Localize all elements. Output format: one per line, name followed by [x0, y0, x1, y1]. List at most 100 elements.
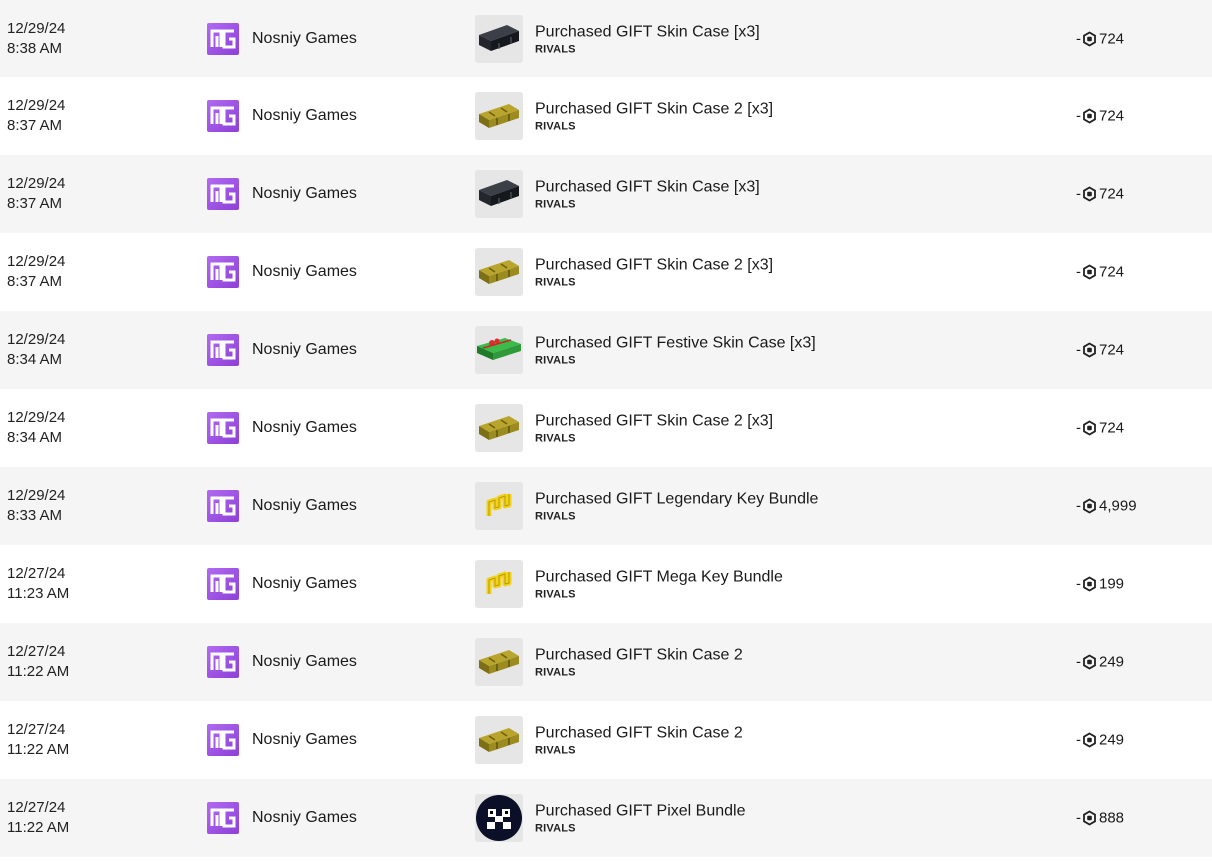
creator-name-link[interactable]: Nosniy Games [252, 653, 357, 671]
date-text: 12/29/24 [7, 97, 66, 114]
item-details: Purchased GIFT Mega Key Bundle RIVALS [535, 568, 783, 601]
gold-case-icon[interactable] [475, 92, 523, 140]
game-name[interactable]: RIVALS [535, 667, 743, 679]
transaction-date: 12/29/24 8:34 AM [7, 408, 65, 448]
transaction-row: 12/29/24 8:38 AM Nosniy Games Purchased … [0, 0, 1212, 77]
item-details: Purchased GIFT Skin Case 2 [x3] RIVALS [535, 256, 773, 289]
item-description[interactable]: Purchased GIFT Skin Case 2 [x3] [535, 100, 773, 120]
item-details: Purchased GIFT Skin Case [x3] RIVALS [535, 178, 760, 211]
key-bundle-icon[interactable] [475, 560, 523, 608]
item-description[interactable]: Purchased GIFT Skin Case [x3] [535, 178, 760, 198]
gold-case-icon[interactable] [475, 404, 523, 452]
creator-name-link[interactable]: Nosniy Games [252, 497, 357, 515]
game-name[interactable]: RIVALS [535, 589, 783, 601]
amount-value: 724 [1099, 341, 1125, 359]
creator-name-link[interactable]: Nosniy Games [252, 809, 357, 827]
creator-name-link[interactable]: Nosniy Games [252, 731, 357, 749]
key-bundle-icon[interactable] [475, 482, 523, 530]
item-description[interactable]: Purchased GIFT Skin Case 2 [x3] [535, 412, 773, 432]
amount-value: 4,999 [1099, 497, 1137, 515]
creator-logo-icon[interactable] [207, 334, 239, 366]
creator-name-link[interactable]: Nosniy Games [252, 107, 357, 125]
pixel-bundle-icon[interactable] [475, 794, 523, 842]
transaction-date: 12/29/24 8:37 AM [7, 96, 65, 136]
creator-logo-icon[interactable] [207, 100, 239, 132]
gold-case-icon[interactable] [475, 638, 523, 686]
transaction-row: 12/29/24 8:37 AM Nosniy Games Purchased … [0, 155, 1212, 233]
transaction-date: 12/29/24 8:37 AM [7, 174, 65, 214]
gold-case-icon[interactable] [475, 248, 523, 296]
time-text: 11:22 AM [7, 741, 70, 758]
item-details: Purchased GIFT Skin Case 2 [x3] RIVALS [535, 100, 773, 133]
game-name[interactable]: RIVALS [535, 199, 760, 211]
transaction-amount: - 249 [1076, 732, 1124, 749]
amount-value: 724 [1099, 185, 1125, 203]
date-text: 12/29/24 [7, 253, 66, 270]
transactions-list: 12/29/24 8:38 AM Nosniy Games Purchased … [0, 0, 1212, 857]
creator-logo-icon[interactable] [207, 178, 239, 210]
festive-case-icon[interactable] [475, 326, 523, 374]
creator-logo-icon[interactable] [207, 802, 239, 834]
item-description[interactable]: Purchased GIFT Mega Key Bundle [535, 568, 783, 588]
creator-logo-icon[interactable] [207, 22, 239, 55]
creator-name-link[interactable]: Nosniy Games [252, 419, 357, 437]
creator-logo-icon[interactable] [207, 256, 239, 288]
time-text: 8:37 AM [7, 117, 63, 134]
creator-name-link[interactable]: Nosniy Games [252, 30, 357, 48]
game-name[interactable]: RIVALS [535, 277, 773, 289]
amount-value: 249 [1099, 731, 1125, 749]
game-name[interactable]: RIVALS [535, 355, 816, 367]
transaction-row: 12/29/24 8:37 AM Nosniy Games Purchased … [0, 233, 1212, 311]
item-details: Purchased GIFT Pixel Bundle RIVALS [535, 802, 745, 835]
creator-name-link[interactable]: Nosniy Games [252, 341, 357, 359]
game-name[interactable]: RIVALS [535, 823, 745, 835]
date-text: 12/29/24 [7, 19, 66, 37]
creator-logo-icon[interactable] [207, 490, 239, 522]
creator-logo-icon[interactable] [207, 646, 239, 678]
black-case-icon[interactable] [475, 170, 523, 218]
item-description[interactable]: Purchased GIFT Skin Case [x3] [535, 22, 760, 42]
transaction-amount: - 888 [1076, 810, 1124, 827]
creator-name-link[interactable]: Nosniy Games [252, 263, 357, 281]
game-name[interactable]: RIVALS [535, 511, 818, 523]
amount-sign: - [1076, 575, 1081, 593]
time-text: 8:38 AM [7, 39, 63, 57]
amount-sign: - [1076, 185, 1081, 203]
transaction-row: 12/27/24 11:23 AM Nosniy Games Purchased… [0, 545, 1212, 623]
transaction-row: 12/27/24 11:22 AM Nosniy Games Purchased… [0, 623, 1212, 701]
transaction-amount: - 724 [1076, 264, 1124, 281]
robux-icon [1082, 30, 1097, 47]
transaction-amount: - 4,999 [1076, 498, 1137, 515]
creator-name-link[interactable]: Nosniy Games [252, 185, 357, 203]
item-description[interactable]: Purchased GIFT Pixel Bundle [535, 802, 745, 822]
game-name[interactable]: RIVALS [535, 745, 743, 757]
creator-logo-icon[interactable] [207, 568, 239, 600]
creator-name-link[interactable]: Nosniy Games [252, 575, 357, 593]
black-case-icon[interactable] [475, 14, 523, 63]
date-text: 12/27/24 [7, 799, 66, 816]
game-name[interactable]: RIVALS [535, 433, 773, 445]
transaction-row: 12/27/24 11:22 AM Nosniy Games Purchased… [0, 779, 1212, 857]
amount-sign: - [1076, 341, 1081, 359]
creator-logo-icon[interactable] [207, 412, 239, 444]
item-description[interactable]: Purchased GIFT Skin Case 2 [535, 724, 743, 744]
amount-value: 888 [1099, 809, 1125, 827]
amount-sign: - [1076, 263, 1081, 281]
date-text: 12/29/24 [7, 409, 66, 426]
game-name[interactable]: RIVALS [535, 121, 773, 133]
game-name[interactable]: RIVALS [535, 43, 760, 55]
robux-icon [1082, 264, 1097, 280]
item-description[interactable]: Purchased GIFT Skin Case 2 [535, 646, 743, 666]
item-details: Purchased GIFT Festive Skin Case [x3] RI… [535, 334, 816, 367]
item-description[interactable]: Purchased GIFT Skin Case 2 [x3] [535, 256, 773, 276]
date-text: 12/27/24 [7, 565, 66, 582]
transaction-row: 12/29/24 8:37 AM Nosniy Games Purchased … [0, 77, 1212, 155]
item-description[interactable]: Purchased GIFT Festive Skin Case [x3] [535, 334, 816, 354]
amount-value: 199 [1099, 575, 1125, 593]
gold-case-icon[interactable] [475, 716, 523, 764]
item-description[interactable]: Purchased GIFT Legendary Key Bundle [535, 490, 818, 510]
date-text: 12/29/24 [7, 175, 66, 192]
creator-logo-icon[interactable] [207, 724, 239, 756]
transaction-date: 12/29/24 8:37 AM [7, 252, 65, 292]
transaction-date: 12/27/24 11:22 AM [7, 642, 69, 682]
